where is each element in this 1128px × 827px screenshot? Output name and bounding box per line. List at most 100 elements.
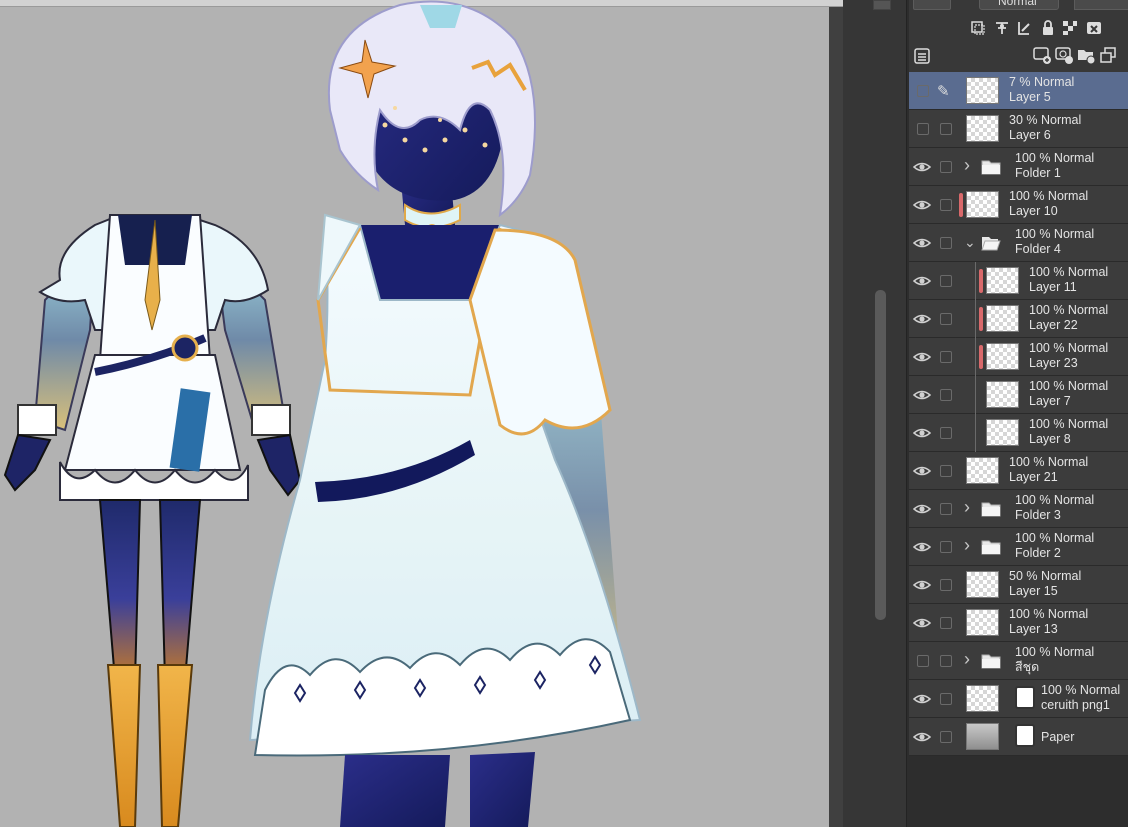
layer-row[interactable]: › 100 % Normal Folder 3 [909, 490, 1128, 528]
layer-opacity-mode: 100 % Normal [1029, 417, 1109, 431]
reference-layer-icon[interactable] [993, 19, 1011, 37]
draft-layer-icon[interactable] [1015, 19, 1033, 37]
layer-thumbnail [966, 685, 999, 712]
lock-toggle[interactable] [935, 528, 957, 566]
canvas-vertical-scrollbar[interactable] [829, 7, 843, 827]
new-vector-layer-icon[interactable] [1055, 46, 1073, 64]
layer-row[interactable]: Paper [909, 718, 1128, 756]
visibility-eye-icon[interactable] [911, 376, 933, 414]
lock-toggle[interactable] [935, 376, 957, 414]
layer-thumbnail [986, 267, 1019, 294]
editing-pen-icon[interactable]: ✎ [935, 72, 957, 110]
lock-toggle[interactable] [935, 680, 957, 718]
folder-expand-chevron-icon[interactable]: › [964, 535, 970, 556]
folder-expand-chevron-icon[interactable]: › [964, 497, 970, 518]
visibility-eye-icon[interactable] [911, 338, 933, 376]
visibility-eye-icon[interactable] [911, 186, 933, 224]
lock-toggle[interactable] [935, 566, 957, 604]
duplicate-layer-icon[interactable] [1099, 46, 1117, 64]
lock-transparency-icon[interactable] [1061, 19, 1079, 37]
layer-thumbnail [966, 115, 999, 142]
layer-row[interactable]: 100 % Normal Layer 10 [909, 186, 1128, 224]
lock-toggle[interactable] [935, 300, 957, 338]
layer-opacity-mode: 100 % Normal [1029, 303, 1109, 317]
layer-label: Paper [1041, 730, 1074, 745]
layer-thumbnail [986, 343, 1019, 370]
lock-toggle[interactable] [935, 110, 957, 148]
layer-row[interactable]: 100 % Normal Layer 7 [909, 376, 1128, 414]
visibility-eye-icon[interactable] [911, 414, 933, 452]
panel-scrollbar-thumb[interactable] [875, 290, 886, 620]
layer-properties-button[interactable] [913, 0, 951, 10]
layer-row[interactable]: 100 % Normal Layer 21 [909, 452, 1128, 490]
visibility-eye-icon[interactable] [911, 528, 933, 566]
layer-row[interactable]: › 100 % Normal สีชุด [909, 642, 1128, 680]
folder-icon [981, 653, 1001, 669]
layer-thumbnail [986, 305, 1019, 332]
visibility-eye-icon[interactable] [911, 452, 933, 490]
drawing-canvas[interactable] [0, 0, 843, 827]
layer-row[interactable]: 100 % Normal Layer 13 [909, 604, 1128, 642]
panel-menu-icon[interactable] [913, 47, 931, 65]
layer-label: 100 % Normal Layer 13 [1009, 607, 1088, 637]
layer-name: Layer 8 [1029, 432, 1071, 446]
paper-layer-icon [1015, 724, 1035, 747]
lock-toggle[interactable] [935, 148, 957, 186]
layer-row[interactable]: ⌄ 100 % Normal Folder 4 [909, 224, 1128, 262]
layer-opacity-mode: 100 % Normal [1015, 645, 1095, 659]
layer-opacity-mode: 100 % Normal [1015, 151, 1095, 165]
visibility-eye-icon[interactable] [911, 566, 933, 604]
visibility-eye-icon[interactable] [911, 680, 933, 718]
layer-row[interactable]: › 100 % Normal Folder 2 [909, 528, 1128, 566]
lock-toggle[interactable] [935, 414, 957, 452]
lock-toggle[interactable] [935, 186, 957, 224]
layer-row[interactable]: ✎ 7 % Normal Layer 5 [909, 72, 1128, 110]
new-raster-layer-icon[interactable] [1033, 46, 1051, 64]
visibility-eye-icon[interactable] [911, 148, 933, 186]
layer-name: Folder 2 [1015, 546, 1061, 560]
visibility-eye-icon[interactable] [911, 490, 933, 528]
folder-indent-line [975, 262, 976, 300]
lock-toggle[interactable] [935, 718, 957, 756]
layer-opacity-mode: 100 % Normal [1029, 341, 1109, 355]
clip-to-layer-below-icon[interactable] [969, 19, 987, 37]
layer-color-tag [959, 193, 963, 217]
layer-row[interactable]: 50 % Normal Layer 15 [909, 566, 1128, 604]
folder-collapse-chevron-icon[interactable]: ⌄ [964, 234, 976, 251]
lock-toggle[interactable] [935, 262, 957, 300]
lock-layer-icon[interactable] [1039, 19, 1057, 37]
lock-toggle[interactable] [935, 452, 957, 490]
layer-row[interactable]: 30 % Normal Layer 6 [909, 110, 1128, 148]
new-folder-icon[interactable] [1077, 46, 1095, 64]
opacity-field[interactable] [1074, 0, 1128, 10]
mask-icon[interactable] [1085, 19, 1103, 37]
layer-row[interactable]: 100 % Normal Layer 8 [909, 414, 1128, 452]
lock-toggle[interactable] [935, 338, 957, 376]
visibility-eye-icon[interactable] [911, 300, 933, 338]
folder-expand-chevron-icon[interactable]: › [964, 649, 970, 670]
visibility-eye-icon[interactable] [911, 604, 933, 642]
visibility-toggle-off[interactable] [911, 110, 933, 148]
layer-opacity-mode: 100 % Normal [1009, 607, 1089, 621]
layer-color-tag [979, 269, 983, 293]
lock-toggle[interactable] [935, 604, 957, 642]
blend-mode-select[interactable]: Normal [979, 0, 1059, 10]
layer-row[interactable]: 100 % Normal Layer 23 [909, 338, 1128, 376]
visibility-eye-icon[interactable] [911, 262, 933, 300]
layer-opacity-mode: 100 % Normal [1015, 493, 1095, 507]
lock-toggle[interactable] [935, 224, 957, 262]
lock-toggle[interactable] [935, 642, 957, 680]
folder-expand-chevron-icon[interactable]: › [964, 155, 970, 176]
visibility-eye-icon[interactable] [911, 718, 933, 756]
layer-opacity-mode: 50 % Normal [1009, 569, 1082, 583]
layer-row[interactable]: 100 % Normal ceruith png1 [909, 680, 1128, 718]
collapse-panel-button[interactable] [873, 0, 891, 10]
visibility-toggle-off[interactable] [911, 72, 933, 110]
visibility-eye-icon[interactable] [911, 224, 933, 262]
layer-row[interactable]: › 100 % Normal Folder 1 [909, 148, 1128, 186]
layer-label: 100 % Normal Folder 2 [1015, 531, 1094, 561]
layer-row[interactable]: 100 % Normal Layer 22 [909, 300, 1128, 338]
layer-row[interactable]: 100 % Normal Layer 11 [909, 262, 1128, 300]
visibility-toggle-off[interactable] [911, 642, 933, 680]
lock-toggle[interactable] [935, 490, 957, 528]
